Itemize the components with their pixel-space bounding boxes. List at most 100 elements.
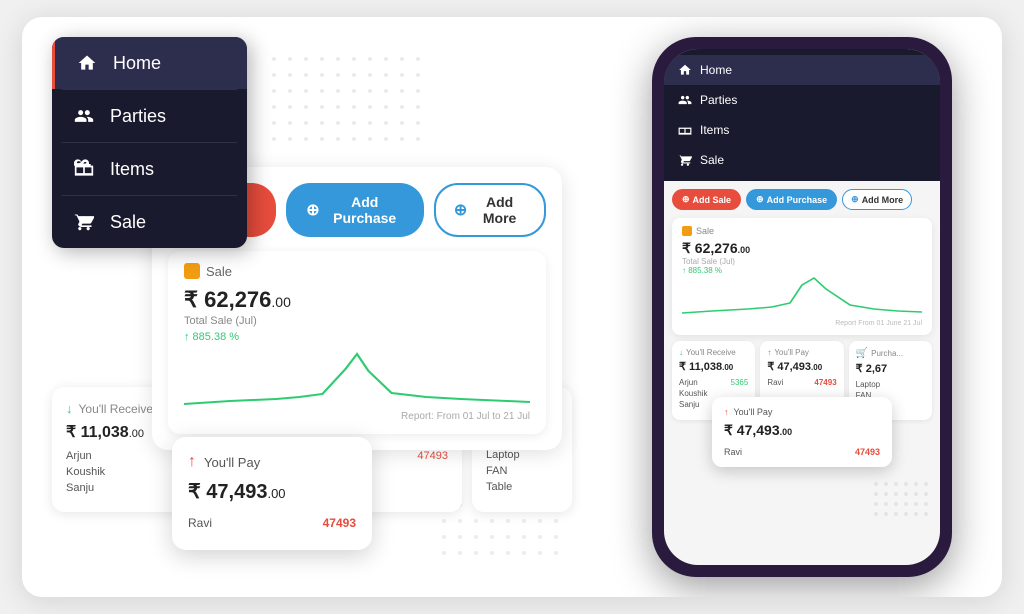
pay-overlay-title: You'll Pay	[204, 455, 260, 470]
pay-overlay-row-value: 47493	[323, 516, 356, 530]
receive-row1-name: Arjun	[66, 450, 92, 462]
phone-pay-overlay-row-val: 47493	[855, 447, 880, 457]
sale-icon	[72, 210, 96, 234]
phone-screen: Home Parties Items Sale	[664, 49, 940, 565]
phone-cart-icon: 🛒	[856, 348, 868, 359]
phone-mockup: Home Parties Items Sale	[652, 37, 952, 577]
phone-receive-row1-val: 5365	[731, 378, 749, 387]
phone-receive-row1: Arjun 5365	[679, 378, 748, 387]
left-section: Home Parties Items Sale	[52, 37, 572, 577]
phone-arrow-down-icon: ↓	[679, 348, 683, 357]
phone-add-sale-button[interactable]: ⊕ Add Sale	[672, 189, 741, 210]
phone-pay-overlay-decimals: .00	[780, 427, 793, 437]
sidebar-parties-label: Parties	[110, 106, 166, 127]
sidebar: Home Parties Items Sale	[52, 37, 247, 248]
phone-receive-row2-name: Koushik	[679, 389, 707, 398]
sale-decimals: .00	[271, 294, 290, 310]
sidebar-item-sale[interactable]: Sale	[52, 196, 247, 248]
phone-sale-amount: ₹ 62,276.00	[682, 240, 922, 257]
phone-add-more-button[interactable]: ⊕ Add More	[842, 189, 912, 210]
phone-add-more-label: Add More	[862, 195, 904, 205]
sale-card: Sale ₹ 62,276.00 Total Sale (Jul) ↑ 885.…	[168, 251, 546, 434]
phone-home-label: Home	[700, 63, 732, 77]
phone-sidebar-home[interactable]: Home	[664, 55, 940, 85]
phone-receive-decimals: .00	[722, 363, 733, 372]
receive-decimals: .00	[129, 428, 144, 440]
phone-purchase-amount: ₹ 2,67	[856, 362, 925, 375]
purchase-row-2: FAN	[486, 465, 558, 477]
receive-title: You'll Receive	[79, 402, 154, 416]
phone-pay-overlay-row: Ravi 47493	[724, 447, 880, 457]
phone-sidebar-sale[interactable]: Sale	[664, 145, 940, 175]
add-more-button[interactable]: ⊕ Add More	[434, 183, 546, 237]
phone-receive-amount-value: ₹ 11,038	[679, 361, 722, 373]
phone-sidebar: Home Parties Items Sale	[664, 49, 940, 181]
people-icon	[72, 104, 96, 128]
phone-purchase-row1-name: Laptop	[856, 380, 880, 389]
arrow-down-icon: ↓	[66, 401, 73, 416]
report-label: Report: From 01 Jul to 21 Jul	[184, 411, 530, 422]
pay-overlay-row-name: Ravi	[188, 516, 212, 530]
pay-overlay-amount: ₹ 47,493.00	[188, 479, 356, 504]
phone-sale-card: Sale ₹ 62,276.00 Total Sale (Jul) ↑ 885.…	[672, 218, 932, 335]
pay-overlay-header: ↑ You'll Pay	[188, 453, 356, 471]
phone-sale-title: Sale	[682, 226, 922, 236]
purchase-row-1: Laptop	[486, 449, 558, 461]
phone-pay-title: You'll Pay	[774, 348, 809, 357]
pay-overlay-card: ↑ You'll Pay ₹ 47,493.00 Ravi 47493	[172, 437, 372, 550]
phone-sidebar-parties[interactable]: Parties	[664, 85, 940, 115]
add-purchase-label: Add Purchase	[326, 194, 404, 226]
sale-amount-value: ₹ 62,276	[184, 287, 271, 312]
sale-card-icon	[184, 263, 200, 279]
phone-sale-amount-value: ₹ 62,276	[682, 240, 738, 256]
sidebar-item-parties[interactable]: Parties	[52, 90, 247, 142]
phone-pay-decimals: .00	[811, 363, 822, 372]
add-more-label: Add More	[473, 194, 526, 226]
phone-pay-amount: ₹ 47,493.00	[767, 360, 836, 373]
growth-value: ↑ 885.38 %	[184, 331, 239, 343]
phone-sidebar-items[interactable]: Items	[664, 115, 940, 145]
phone-purchase-title: Purcha...	[871, 349, 903, 358]
purchase-row1-name: Laptop	[486, 449, 520, 461]
phone-content: ⊕ Add Sale ⊕ Add Purchase ⊕ Add More	[664, 181, 940, 565]
phone-pay-header: ↑ You'll Pay	[767, 348, 836, 357]
add-purchase-button[interactable]: ⊕ Add Purchase	[286, 183, 424, 237]
purchase-row3-name: Table	[486, 481, 512, 493]
pay-row1-val: 47493	[417, 450, 448, 462]
pay-overlay-decimals: .00	[267, 486, 285, 501]
plus-more-icon: ⊕	[454, 200, 467, 220]
phone-purchase-row1: Laptop	[856, 380, 925, 389]
phone-sale-icon	[682, 226, 692, 236]
phone-sale-decimals: .00	[738, 245, 751, 255]
sale-card-header: Sale	[184, 263, 530, 279]
sidebar-item-home[interactable]: Home	[52, 37, 247, 89]
pay-overlay-arrow-icon: ↑	[188, 453, 196, 471]
app-container: Home Parties Items Sale	[22, 17, 1002, 597]
phone-sale-label: Total Sale (Jul)	[682, 257, 922, 266]
phone-parties-label: Parties	[700, 93, 737, 107]
phone-pay-row-name: Ravi	[767, 378, 783, 387]
sidebar-item-items[interactable]: Items	[52, 143, 247, 195]
purchase-row2-name: FAN	[486, 465, 507, 477]
items-icon	[72, 157, 96, 181]
sale-growth: ↑ 885.38 %	[184, 331, 530, 343]
sale-card-title: Sale	[206, 264, 232, 279]
purchase-row-3: Table	[486, 481, 558, 493]
sale-amount: ₹ 62,276.00	[184, 287, 530, 313]
phone-plus-purchase-icon: ⊕	[756, 194, 764, 205]
phone-pay-overlay: ↑ You'll Pay ₹ 47,493.00 Ravi 47493	[712, 397, 892, 467]
phone-pay-overlay-amount-value: ₹ 47,493	[724, 422, 780, 438]
sidebar-home-label: Home	[113, 53, 161, 74]
phone-growth: ↑ 885.38 %	[682, 266, 922, 275]
dot-pattern-top	[272, 57, 432, 157]
phone-receive-amount: ₹ 11,038.00	[679, 360, 748, 373]
receive-row2-name: Koushik	[66, 466, 105, 478]
phone-chart	[682, 275, 922, 315]
phone-plus-more-icon: ⊕	[851, 194, 859, 205]
sale-chart	[184, 349, 530, 409]
phone-items-label: Items	[700, 123, 729, 137]
phone-pay-overlay-title: You'll Pay	[734, 407, 773, 417]
phone-add-purchase-button[interactable]: ⊕ Add Purchase	[746, 189, 837, 210]
phone-pay-overlay-amount: ₹ 47,493.00	[724, 422, 880, 439]
phone-dot-pattern	[874, 482, 934, 522]
